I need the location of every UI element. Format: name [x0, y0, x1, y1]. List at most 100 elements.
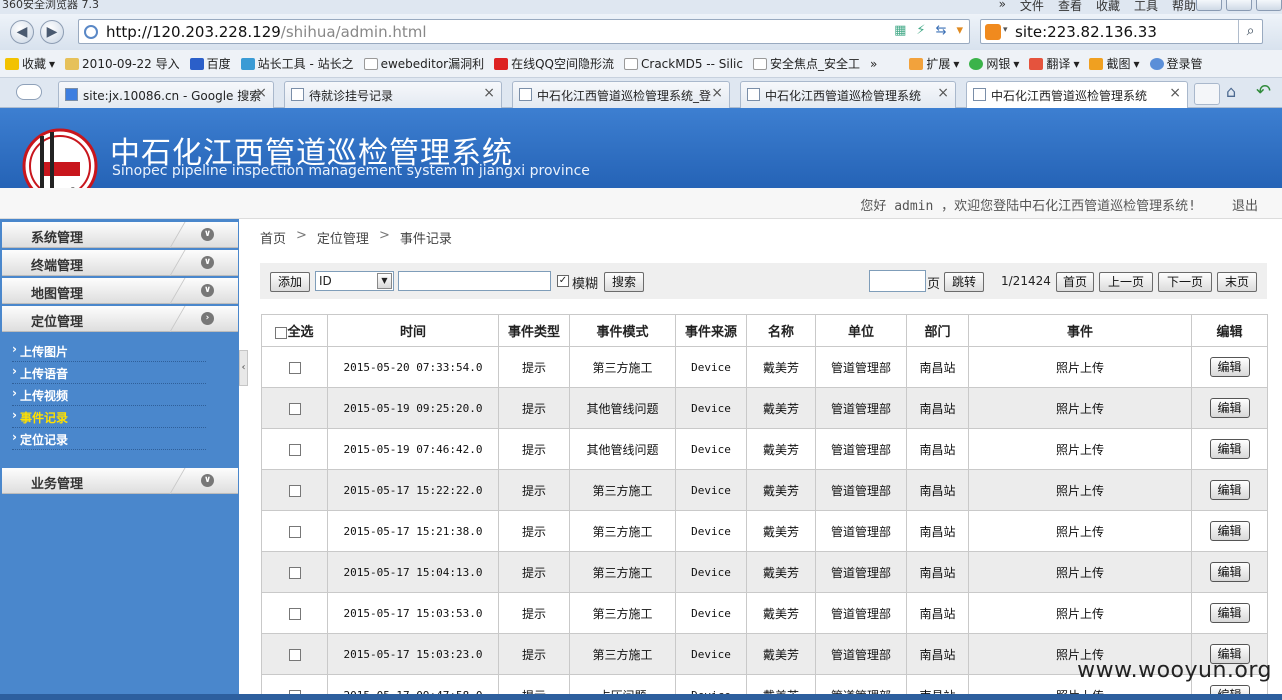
fuzzy-checkbox[interactable]: ✓: [557, 275, 569, 287]
compat-icon[interactable]: ⇆: [936, 23, 947, 38]
home-icon[interactable]: ⌂: [1226, 82, 1236, 101]
sidebar-item-event-log[interactable]: 事件记录: [12, 406, 206, 428]
search-engine-icon[interactable]: [985, 24, 1001, 40]
logout-link[interactable]: 退出: [1232, 195, 1258, 214]
menu-more[interactable]: »: [999, 0, 1006, 14]
prev-page-button[interactable]: 上一页: [1099, 272, 1153, 292]
column-header-event: 事件: [968, 314, 1192, 347]
menu-system[interactable]: 系统管理 ∨: [2, 222, 238, 248]
search-button[interactable]: 搜索: [604, 272, 644, 292]
sidebar-collapse-handle[interactable]: ‹: [239, 350, 248, 386]
back-icon[interactable]: ◀: [10, 20, 34, 44]
close-icon[interactable]: ×: [937, 85, 949, 101]
row-checkbox[interactable]: [288, 361, 301, 374]
search-field[interactable]: ▾ site:223.82.136.33 ⌕: [980, 19, 1263, 44]
select-all-header[interactable]: 全选: [261, 314, 328, 347]
bank-button[interactable]: 网银 ▾: [964, 55, 1024, 72]
search-icon[interactable]: ⌕: [1238, 20, 1262, 43]
sidebar-item-upload-video[interactable]: 上传视频: [12, 384, 206, 406]
edit-button[interactable]: 编辑: [1209, 439, 1250, 459]
row-checkbox[interactable]: [288, 443, 301, 456]
row-checkbox[interactable]: [288, 607, 301, 620]
close-icon[interactable]: ×: [255, 85, 267, 101]
maximize-button[interactable]: [1226, 0, 1252, 11]
login-manager-button[interactable]: 登录管: [1145, 55, 1208, 72]
tab-google[interactable]: site:jx.10086.cn - Google 搜索 ×: [58, 81, 274, 108]
row-checkbox[interactable]: [288, 648, 301, 661]
tab-system[interactable]: 中石化江西管道巡检管理系统 ×: [740, 81, 956, 108]
row-checkbox[interactable]: [288, 484, 301, 497]
menu-tools[interactable]: 工具: [1134, 0, 1158, 14]
bookmark-folder-import[interactable]: 2010-09-22 导入: [60, 55, 185, 72]
bookmark-favorites[interactable]: 收藏 ▾: [0, 55, 60, 72]
tab-login[interactable]: 中石化江西管道巡检管理系统_登 ×: [512, 81, 730, 108]
edit-button[interactable]: 编辑: [1209, 562, 1250, 582]
breadcrumb-home[interactable]: 首页: [260, 228, 286, 247]
cloud-icon[interactable]: [16, 84, 42, 100]
row-checkbox[interactable]: [288, 525, 301, 538]
search-input[interactable]: [398, 271, 551, 291]
forward-icon[interactable]: ▶: [40, 20, 64, 44]
breadcrumb-location[interactable]: 定位管理: [317, 228, 369, 247]
sidebar-item-location-log[interactable]: 定位记录: [12, 428, 206, 450]
bookmark-qq[interactable]: 在线QQ空间隐形流: [489, 55, 619, 72]
minimize-button[interactable]: [1196, 0, 1222, 11]
bookmark-ewebeditor[interactable]: ewebeditor漏洞利: [359, 55, 490, 72]
jump-button[interactable]: 跳转: [944, 272, 984, 292]
last-page-button[interactable]: 末页: [1217, 272, 1257, 292]
sidebar-item-upload-voice[interactable]: 上传语音: [12, 362, 206, 384]
page-number-input[interactable]: [869, 270, 926, 292]
column-header-unit: 单位: [815, 314, 907, 347]
first-page-button[interactable]: 首页: [1056, 272, 1094, 292]
row-checkbox[interactable]: [288, 566, 301, 579]
edit-button[interactable]: 编辑: [1209, 480, 1250, 500]
extensions-button[interactable]: 扩展 ▾: [904, 55, 964, 72]
cell-event-source: Device: [675, 428, 747, 470]
engine-dropdown-icon[interactable]: ▾: [1003, 25, 1008, 35]
select-all-checkbox[interactable]: [275, 326, 288, 339]
add-button[interactable]: 添加: [270, 272, 310, 292]
edit-button[interactable]: 编辑: [1209, 398, 1250, 418]
bookmark-overflow[interactable]: »: [865, 57, 882, 71]
breadcrumb-current: 事件记录: [399, 232, 452, 247]
new-tab-button[interactable]: [1194, 83, 1220, 105]
baidu-icon: [189, 57, 204, 70]
close-window-button[interactable]: [1256, 0, 1282, 11]
bookmark-baidu[interactable]: 百度: [185, 55, 236, 72]
menu-file[interactable]: 文件: [1020, 0, 1044, 14]
close-icon[interactable]: ×: [711, 85, 723, 101]
field-select[interactable]: ID ▼: [315, 271, 394, 291]
edit-button[interactable]: 编辑: [1209, 603, 1250, 623]
menu-business[interactable]: 业务管理 ∨: [2, 468, 238, 494]
bookmark-xfocus[interactable]: 安全焦点_安全工: [748, 55, 865, 72]
qr-icon[interactable]: ▦: [894, 23, 906, 38]
menu-terminal[interactable]: 终端管理 ∨: [2, 250, 238, 276]
translate-button[interactable]: 翻译 ▾: [1024, 55, 1084, 72]
undo-icon[interactable]: ↶: [1256, 81, 1271, 102]
sidebar-item-upload-photo[interactable]: 上传图片: [12, 340, 206, 362]
table-row: 2015-05-20 07:33:54.0 提示 第三方施工 Device 戴美芳 管道管…: [261, 346, 1268, 388]
menu-view[interactable]: 查看: [1058, 0, 1082, 14]
edit-button[interactable]: 编辑: [1209, 521, 1250, 541]
tab-registration[interactable]: 待就诊挂号记录 ×: [284, 81, 502, 108]
bookmark-crackmd5[interactable]: CrackMD5 -- Silic: [619, 57, 748, 71]
dropdown-icon[interactable]: ▾: [956, 23, 963, 38]
browser-title-bar: 360安全浏览器 7.3 » 文件 查看 收藏 工具 帮助: [0, 0, 1282, 14]
url-field[interactable]: http://120.203.228.129/shihua/admin.html…: [78, 19, 970, 44]
edit-button[interactable]: 编辑: [1209, 357, 1250, 377]
menu-help[interactable]: 帮助: [1172, 0, 1196, 14]
close-icon[interactable]: ×: [1169, 85, 1181, 101]
tab-system-active[interactable]: 中石化江西管道巡检管理系统 ×: [966, 81, 1188, 108]
bookmark-chinaz[interactable]: 站长工具 - 站长之: [236, 55, 359, 72]
breadcrumb-separator: >: [378, 228, 390, 243]
menu-map[interactable]: 地图管理 ∨: [2, 278, 238, 304]
screenshot-button[interactable]: 截图 ▾: [1084, 55, 1144, 72]
next-page-button[interactable]: 下一页: [1158, 272, 1212, 292]
cell-time: 2015-05-17 15:22:22.0: [327, 469, 499, 511]
menu-location[interactable]: 定位管理 ›: [2, 306, 238, 332]
cell-unit: 管道管理部: [815, 510, 907, 552]
close-icon[interactable]: ×: [483, 85, 495, 101]
row-checkbox[interactable]: [288, 402, 301, 415]
speed-icon[interactable]: ⚡: [916, 23, 925, 38]
menu-favorites[interactable]: 收藏: [1096, 0, 1120, 14]
